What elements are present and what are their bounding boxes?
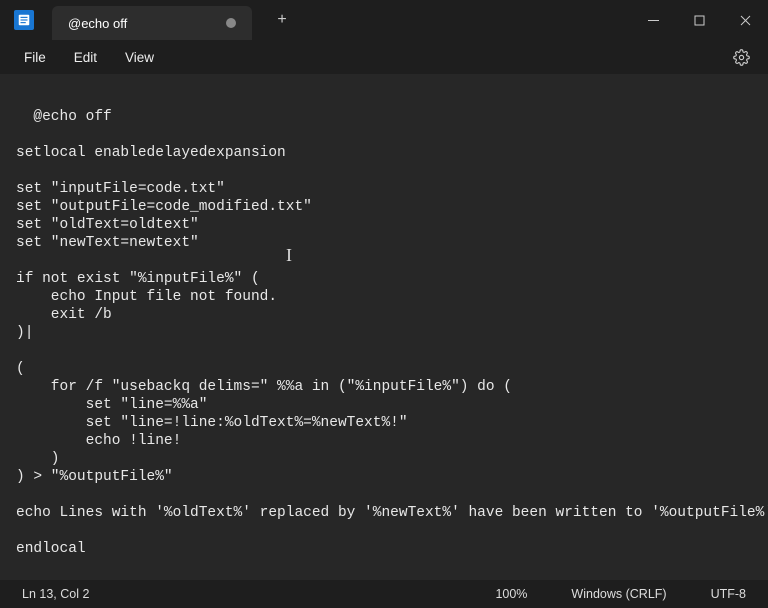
close-button[interactable] bbox=[722, 0, 768, 40]
menu-file[interactable]: File bbox=[12, 46, 58, 69]
window-controls bbox=[630, 0, 768, 40]
statusbar: Ln 13, Col 2 100% Windows (CRLF) UTF-8 bbox=[0, 580, 768, 608]
plus-icon: + bbox=[277, 11, 286, 29]
editor-area[interactable]: @echo off setlocal enabledelayedexpansio… bbox=[0, 74, 768, 580]
tab-active[interactable]: @echo off bbox=[52, 6, 252, 40]
editor-content: @echo off setlocal enabledelayedexpansio… bbox=[16, 109, 768, 557]
status-position[interactable]: Ln 13, Col 2 bbox=[22, 587, 89, 601]
text-cursor-icon: I bbox=[286, 246, 292, 264]
menu-edit[interactable]: Edit bbox=[62, 46, 109, 69]
status-encoding[interactable]: UTF-8 bbox=[711, 587, 746, 601]
app-icon bbox=[14, 10, 34, 30]
titlebar: @echo off + bbox=[0, 0, 768, 40]
maximize-button[interactable] bbox=[676, 0, 722, 40]
new-tab-button[interactable]: + bbox=[264, 4, 300, 36]
settings-button[interactable] bbox=[727, 43, 756, 72]
unsaved-indicator-icon bbox=[226, 18, 236, 28]
tab-title: @echo off bbox=[68, 16, 127, 31]
status-zoom[interactable]: 100% bbox=[495, 587, 527, 601]
status-line-ending[interactable]: Windows (CRLF) bbox=[571, 587, 666, 601]
menubar: File Edit View bbox=[0, 40, 768, 74]
menu-view[interactable]: View bbox=[113, 46, 166, 69]
gear-icon bbox=[733, 49, 750, 66]
minimize-button[interactable] bbox=[630, 0, 676, 40]
